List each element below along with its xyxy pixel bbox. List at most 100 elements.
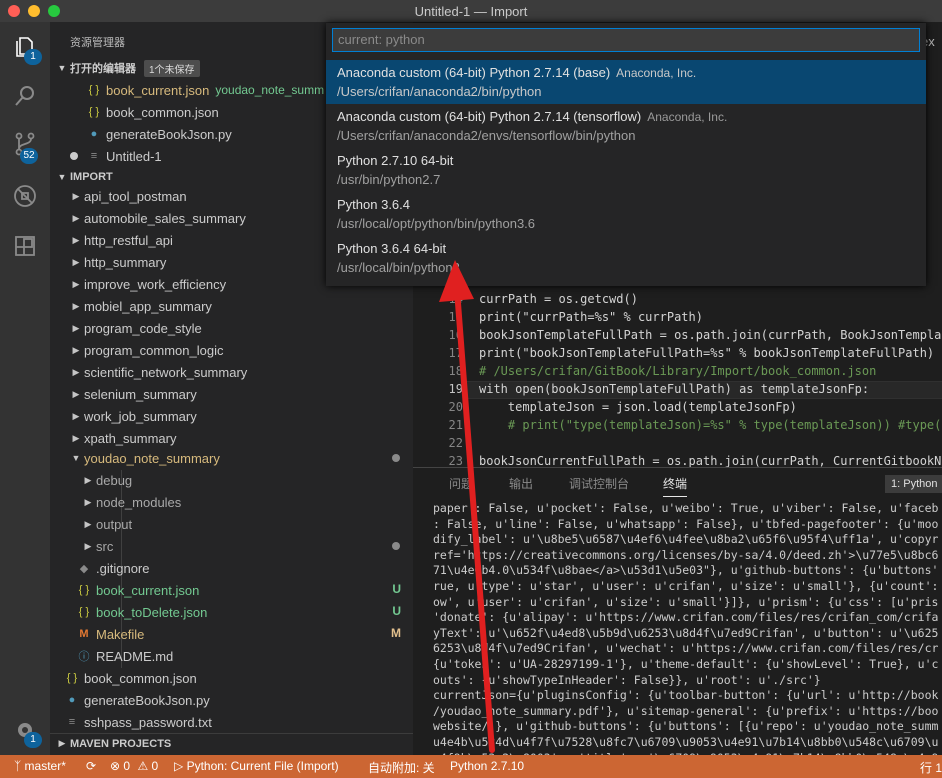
vscode-window: Untitled-1 — Import 1 52 1 资源管理器 ▼ 打开的编辑… — [0, 0, 942, 778]
problems-item[interactable]: ⊗ 0 ⚠ 0 — [110, 759, 158, 773]
interpreter-option[interactable]: Python 2.7.10 64-bit/usr/bin/python2.7 — [326, 148, 926, 192]
chevron-right-icon: ▶ — [84, 540, 92, 551]
folder-name: http_restful_api — [84, 232, 173, 248]
code-line[interactable]: bookJsonCurrentFullPath = os.path.join(c… — [479, 452, 941, 467]
explorer-title: 资源管理器 — [70, 37, 125, 49]
tree-folder[interactable]: ▶ scientific_network_summary — [50, 361, 413, 383]
folder-name: youdao_note_summary — [84, 450, 220, 466]
chevron-right-icon: ▶ — [84, 496, 92, 507]
tab-output[interactable]: 输出 — [509, 475, 533, 492]
code-line[interactable]: print("currPath=%s" % currPath) — [479, 308, 703, 326]
unsaved-dot-icon[interactable] — [70, 152, 78, 160]
debug-icon[interactable] — [13, 184, 37, 208]
terminal-line: dify_label': u'\u8be5\u6587\u4ef6\u4fee\… — [433, 532, 939, 547]
tree-file[interactable]: { } book_common.json — [50, 667, 413, 689]
option-description: Anaconda, Inc. — [616, 66, 697, 80]
terminal-line: rue, u'type': u'star', u'user': u'crifan… — [433, 578, 939, 593]
tree-folder[interactable]: ▶ work_job_summary — [50, 405, 413, 427]
tab-debug-console[interactable]: 调试控制台 — [569, 475, 629, 492]
option-label-row: Python 2.7.10 64-bit — [337, 152, 915, 170]
tree-folder[interactable]: ▶ program_code_style — [50, 317, 413, 339]
terminal-output[interactable]: paper': False, u'pocket': False, u'weibo… — [433, 501, 942, 755]
open-editor-name: book_common.json — [106, 104, 219, 120]
chevron-down-icon: ▼ — [57, 63, 67, 73]
terminal-line: 'donate': {u'alipay': u'https://www.crif… — [433, 610, 939, 625]
chevron-right-icon: ▶ — [72, 388, 80, 399]
file-name: output — [96, 516, 133, 532]
interpreter-quick-pick: current: python Anaconda custom (64-bit)… — [326, 23, 926, 286]
maven-projects-header[interactable]: ▶ MAVEN PROJECTS — [50, 733, 413, 753]
modified-dot-icon — [392, 542, 400, 550]
extensions-icon[interactable] — [13, 234, 37, 258]
interpreter-option[interactable]: Python 3.6.4 64-bit/usr/local/bin/python… — [326, 236, 926, 280]
tree-folder[interactable]: ▶ selenium_summary — [50, 383, 413, 405]
tree-folder[interactable]: ▶ mobiel_app_summary — [50, 295, 413, 317]
tab-terminal[interactable]: 终端 — [663, 475, 688, 497]
line-number: 21 — [448, 418, 463, 432]
file-name: Makefile — [96, 626, 145, 642]
option-path: /usr/local/opt/python/bin/python3.6 — [337, 216, 536, 231]
tree-folder[interactable]: ▶ program_common_logic — [50, 339, 413, 361]
file-name: generateBookJson.py — [84, 692, 210, 708]
debug-config-item[interactable]: ▷ Python: Current File (Import) — [174, 759, 339, 773]
tree-folder[interactable]: ▶ xpath_summary — [50, 427, 413, 449]
terminal-line: ref='https://creativecommons.org/license… — [433, 547, 939, 562]
tree-folder[interactable]: ▶ debug — [50, 469, 413, 491]
branch-item[interactable]: ᛉ master* — [14, 759, 66, 773]
text-file-icon: ≡ — [90, 150, 98, 162]
debug-config-label: Python: Current File (Import) — [186, 759, 339, 773]
code-line[interactable]: print("bookJsonTemplateFullPath=%s" % bo… — [479, 344, 934, 362]
warning-icon: ⚠ — [137, 759, 149, 773]
terminal-line: paper': False, u'pocket': False, u'weibo… — [433, 501, 939, 515]
search-icon[interactable] — [13, 84, 37, 108]
python-interpreter-item[interactable]: Python 2.7.10 — [450, 759, 524, 773]
tree-file[interactable]: ≡ sshpass_password.txt — [50, 711, 413, 733]
code-line[interactable]: currPath = os.getcwd() — [479, 290, 638, 308]
tree-file[interactable]: M Makefile M — [50, 623, 413, 645]
terminal-select[interactable]: 1: Python — [885, 475, 942, 493]
makefile-icon: M — [79, 628, 89, 640]
chevron-right-icon: ▶ — [72, 278, 80, 289]
activity-bar: 1 52 1 — [0, 22, 50, 755]
error-count: 0 — [123, 759, 131, 773]
code-line[interactable]: with open(bookJsonTemplateFullPath) as t… — [479, 380, 869, 398]
play-icon: ▷ — [174, 759, 184, 773]
tree-folder[interactable]: ▶ output — [50, 513, 413, 535]
git-file-icon: ◆ — [79, 562, 89, 575]
terminal-line: yText': u'\u652f\u4ed8\u5b9d\u6253\u8d4f… — [433, 625, 939, 640]
tree-folder[interactable]: ▶ src — [50, 535, 413, 557]
terminal-line: 6253\u8d4f\u7ed9Crifan', u'wechat': u'ht… — [433, 641, 939, 656]
error-icon: ⊗ — [110, 759, 121, 773]
open-editor-name: book_current.json — [106, 82, 210, 98]
sync-icon[interactable]: ⟳ — [86, 759, 96, 773]
tree-file[interactable]: { } book_current.json U — [50, 579, 413, 601]
scm-badge: 52 — [20, 148, 38, 164]
option-label: Anaconda custom (64-bit) Python 2.7.14 (… — [337, 109, 642, 124]
tree-file[interactable]: ⓘ README.md — [50, 645, 413, 667]
quick-pick-input[interactable]: current: python — [332, 28, 920, 52]
option-label-row: Python 3.6.4 — [337, 196, 915, 214]
terminal-line: : False, u'line': False, u'whatsapp': Fa… — [433, 516, 939, 531]
json-file-icon: { } — [88, 106, 100, 118]
cursor-position-item[interactable]: 行 1 — [920, 759, 942, 776]
tree-file[interactable]: { } book_toDelete.json U — [50, 601, 413, 623]
title-bar: Untitled-1 — Import — [0, 0, 942, 22]
tree-folder-open[interactable]: ▼ youdao_note_summary — [50, 447, 413, 469]
chevron-right-icon: ▶ — [72, 344, 80, 355]
auto-attach-item[interactable]: 自动附加: 关 — [368, 759, 435, 776]
tree-file[interactable]: ● generateBookJson.py — [50, 689, 413, 711]
tab-problems[interactable]: 问题 — [449, 475, 473, 492]
option-path: /Users/crifan/anaconda2/bin/python — [337, 84, 542, 99]
chevron-right-icon: ▶ — [72, 190, 80, 201]
code-line[interactable]: bookJsonTemplateFullPath = os.path.join(… — [479, 326, 941, 344]
interpreter-option[interactable]: Python 3.6.4/usr/local/opt/python/bin/py… — [326, 192, 926, 236]
interpreter-option[interactable]: Anaconda custom (64-bit) Python 2.7.14 (… — [326, 60, 926, 104]
option-path: /usr/local/bin/python3 — [337, 260, 460, 275]
settings-badge: 1 — [24, 732, 42, 748]
tree-file[interactable]: ◆ .gitignore — [50, 557, 413, 579]
tree-folder[interactable]: ▶ node_modules — [50, 491, 413, 513]
interpreter-option[interactable]: Anaconda custom (64-bit) Python 2.7.14 (… — [326, 104, 926, 148]
code-line[interactable]: # /Users/crifan/GitBook/Library/Import/b… — [479, 362, 876, 380]
code-line[interactable]: # print("type(templateJson)=%s" % type(t… — [479, 416, 941, 434]
code-line[interactable]: templateJson = json.load(templateJsonFp) — [479, 398, 797, 416]
